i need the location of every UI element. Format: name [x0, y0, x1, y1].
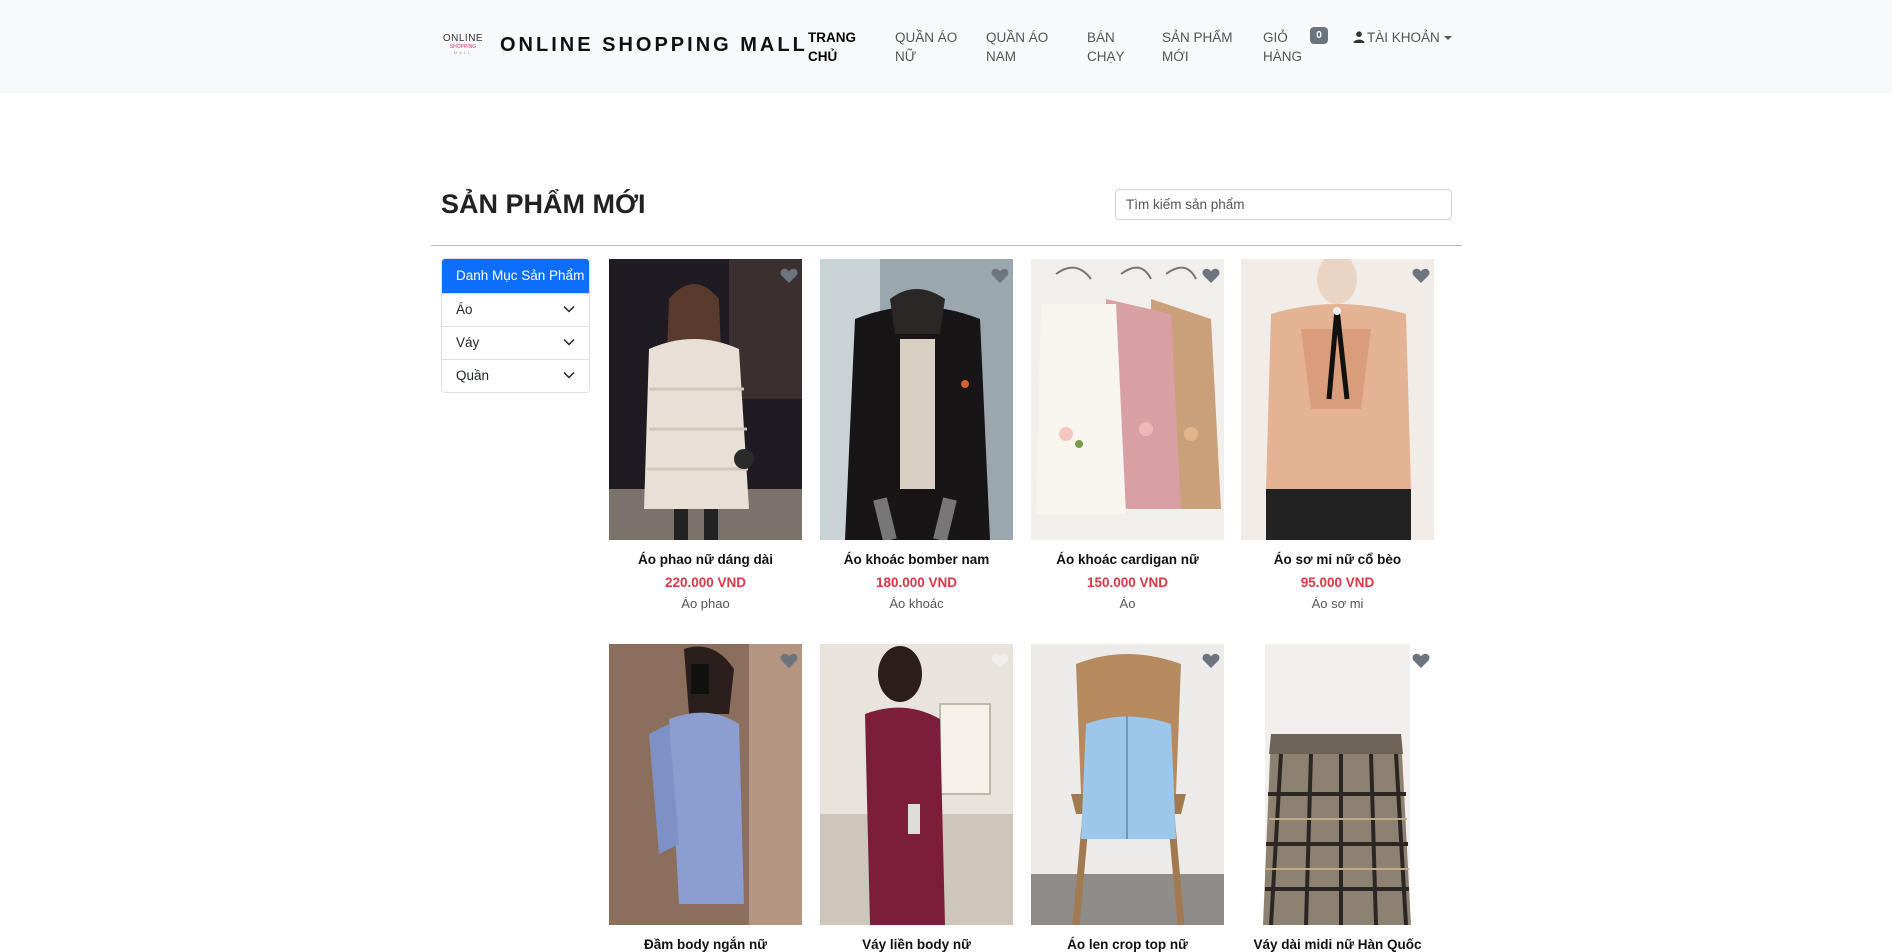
category-sidebar: Danh Mục Sản Phẩm Áo Váy Quần — [441, 258, 590, 393]
user-icon — [1353, 31, 1365, 43]
nav-home-label-1: TRANG — [808, 30, 856, 45]
logo-line-1: ONLINE — [442, 33, 484, 44]
category-item-vay[interactable]: Váy — [442, 326, 589, 359]
product-category: Áo sơ mi — [1311, 596, 1364, 611]
product-name[interactable]: Váy liền body nữ — [810, 937, 1023, 952]
product-name[interactable]: Áo khoác bomber nam — [810, 552, 1023, 567]
nav-best-sellers[interactable]: BÁN CHẠY — [1087, 28, 1125, 66]
product-image[interactable] — [1241, 259, 1434, 540]
category-item-quan[interactable]: Quần — [442, 359, 589, 392]
category-header[interactable]: Danh Mục Sản Phẩm — [442, 259, 589, 293]
category-label: Váy — [456, 335, 480, 350]
product-image[interactable] — [1241, 644, 1434, 925]
product-price: 220.000 VND — [664, 575, 747, 590]
product-price: 150.000 VND — [1086, 575, 1169, 590]
nav-women-label-2: NỮ — [895, 49, 917, 64]
cart-count-badge: 0 — [1310, 27, 1328, 44]
chevron-down-icon — [563, 371, 575, 379]
chevron-down-icon — [563, 338, 575, 346]
product-name[interactable]: Áo khoác cardigan nữ — [1021, 552, 1234, 567]
nav-new-products[interactable]: SẢN PHẨM MỚI — [1162, 28, 1233, 66]
nav-men-label-1: QUẦN ÁO — [986, 30, 1049, 45]
product-image[interactable] — [820, 644, 1013, 925]
heart-icon[interactable] — [780, 268, 798, 284]
heart-icon[interactable] — [991, 268, 1009, 284]
heart-icon[interactable] — [991, 653, 1009, 669]
product-name[interactable]: Áo sơ mi nữ cổ bèo — [1231, 552, 1444, 567]
brand-name[interactable]: ONLINE SHOPPING MALL — [500, 32, 808, 58]
product-category: Áo khoác — [889, 596, 944, 611]
product-image[interactable] — [1031, 259, 1224, 540]
nav-best-label-1: BÁN — [1087, 30, 1115, 45]
category-item-ao[interactable]: Áo — [442, 293, 589, 326]
product-price: 180.000 VND — [875, 575, 958, 590]
logo-line-3: MALL — [453, 50, 473, 55]
product-category: Áo — [1119, 596, 1136, 611]
product-name[interactable]: Áo len crop top nữ — [1021, 937, 1234, 952]
heart-icon[interactable] — [1412, 268, 1430, 284]
nav-cart[interactable]: GIỎ HÀNG — [1263, 28, 1302, 66]
logo[interactable]: ONLINE SHOPPING MALL — [439, 33, 487, 59]
nav-men-clothing[interactable]: QUẦN ÁO NAM — [986, 28, 1048, 66]
nav-best-label-2: CHẠY — [1087, 49, 1125, 64]
nav-new-label-1: SẢN PHẨM — [1162, 30, 1233, 45]
heart-icon[interactable] — [1202, 653, 1220, 669]
nav-cart-label-1: GIỎ — [1263, 30, 1288, 45]
heart-icon[interactable] — [1202, 268, 1220, 284]
navbar: ONLINE SHOPPING MALL ONLINE SHOPPING MAL… — [0, 0, 1892, 93]
nav-women-clothing[interactable]: QUẦN ÁO NỮ — [895, 28, 957, 66]
page-title: SẢN PHẨM MỚI — [441, 189, 646, 219]
nav-home-label-2: CHỦ — [808, 49, 838, 64]
chevron-down-icon — [563, 305, 575, 313]
category-label: Áo — [456, 302, 473, 317]
nav-women-label-1: QUẦN ÁO — [895, 30, 958, 45]
product-name[interactable]: Váy dài midi nữ Hàn Quốc — [1231, 937, 1444, 952]
product-image[interactable] — [1031, 644, 1224, 925]
product-image[interactable] — [820, 259, 1013, 540]
category-label: Quần — [456, 368, 490, 383]
account-label: TÀI KHOẢN — [1367, 30, 1440, 45]
heart-icon[interactable] — [1412, 653, 1430, 669]
product-image[interactable] — [609, 259, 802, 540]
divider — [431, 245, 1462, 246]
heart-icon[interactable] — [780, 653, 798, 669]
nav-new-label-2: MỚI — [1162, 49, 1189, 64]
product-category: Áo phao — [681, 596, 730, 611]
product-image[interactable] — [609, 644, 802, 925]
nav-men-label-2: NAM — [986, 49, 1016, 64]
product-price: 95.000 VND — [1300, 575, 1375, 590]
product-name[interactable]: Đầm body ngắn nữ — [599, 937, 812, 952]
nav-cart-label-2: HÀNG — [1263, 49, 1303, 64]
caret-down-icon — [1443, 36, 1452, 40]
search-input[interactable] — [1115, 189, 1452, 220]
product-name[interactable]: Áo phao nữ dáng dài — [599, 552, 812, 567]
nav-home[interactable]: TRANG CHỦ — [808, 28, 856, 66]
account-dropdown[interactable]: TÀI KHOẢN — [1353, 28, 1452, 47]
